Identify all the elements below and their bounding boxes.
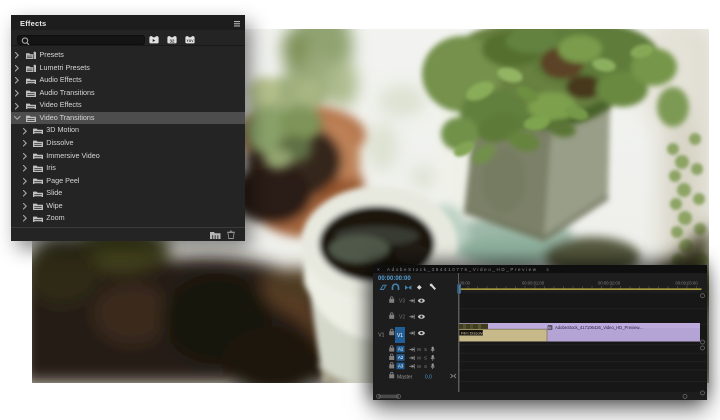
svg-text:M: M (417, 364, 421, 369)
svg-text:M: M (417, 347, 421, 352)
svg-text:00:00: 00:00 (460, 281, 471, 286)
svg-text:Master: Master (397, 374, 413, 380)
svg-text:S: S (424, 364, 427, 369)
svg-text:0.0: 0.0 (425, 374, 432, 380)
svg-text:V1: V1 (397, 333, 403, 339)
svg-text:A2: A2 (398, 355, 404, 360)
svg-text:V2: V2 (399, 314, 405, 320)
svg-text:V3: V3 (399, 299, 405, 305)
svg-text:V1: V1 (378, 333, 384, 339)
svg-text:32: 32 (170, 38, 175, 43)
svg-text:S: S (424, 355, 427, 360)
svg-text:M: M (417, 355, 421, 360)
svg-text:Film Dissolve: Film Dissolve (461, 330, 486, 335)
svg-text:AdobeStock_417106426_Video_HD_: AdobeStock_417106426_Video_HD_Preview... (555, 325, 643, 330)
svg-text:fx: fx (548, 326, 551, 330)
svg-text:A3: A3 (398, 364, 404, 369)
svg-text:00:00:02:00: 00:00:02:00 (598, 281, 621, 286)
svg-text:S: S (424, 347, 427, 352)
svg-text:00:00:01:00: 00:00:01:00 (522, 281, 545, 286)
svg-text:YUV: YUV (187, 39, 195, 43)
svg-text:A1: A1 (398, 347, 404, 352)
